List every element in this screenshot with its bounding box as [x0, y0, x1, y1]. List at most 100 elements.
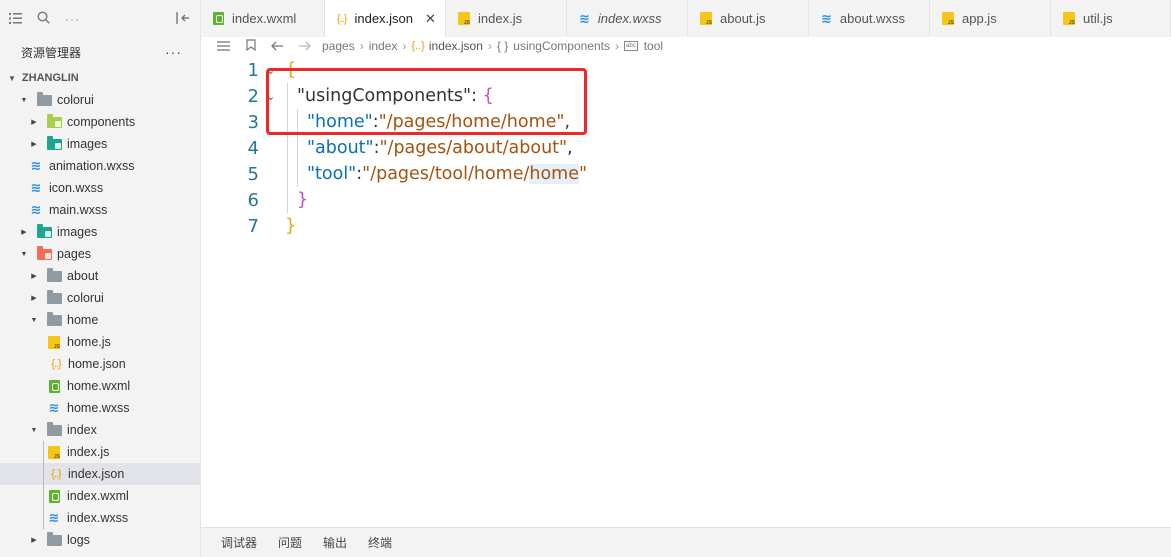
tree-item[interactable]: ▶ colorui — [0, 287, 200, 309]
breadcrumb-file[interactable]: {..} index.json — [411, 39, 483, 53]
json-value-end: " — [579, 164, 588, 184]
json-file-icon: {..} — [51, 358, 62, 370]
tab-label: about.js — [720, 11, 766, 26]
explorer-title: 资源管理器 — [21, 45, 82, 60]
forward-arrow-icon[interactable] — [291, 39, 318, 54]
tab-index-wxml[interactable]: index.wxml — [201, 0, 325, 37]
chevron-down-icon[interactable]: ▼ — [28, 317, 40, 324]
tab-label: app.js — [962, 11, 997, 26]
close-brace: } — [297, 190, 309, 210]
chevron-right-icon[interactable]: ▶ — [28, 272, 40, 280]
tree-item[interactable]: {..} home.json — [0, 353, 200, 375]
tab-index-json[interactable]: {..} index.json ✕ — [325, 0, 446, 37]
ellipsis-icon[interactable]: ··· — [65, 12, 80, 26]
tree-item-label: images — [67, 137, 108, 151]
tree-item[interactable]: ▼ home — [0, 309, 200, 331]
js-file-icon — [458, 12, 470, 26]
tab-app-js[interactable]: app.js — [930, 0, 1051, 37]
folder-icon — [46, 531, 62, 547]
breadcrumb-tool[interactable]: abc tool — [624, 39, 663, 53]
tree-item[interactable]: ▼ index — [0, 419, 200, 441]
tree-item[interactable]: ≋ animation.wxss — [0, 155, 200, 177]
tree-item[interactable]: ▼ pages — [0, 243, 200, 265]
breadcrumb-separator-icon: › — [359, 39, 364, 53]
code-line-7: 7 } — [201, 213, 297, 239]
chevron-right-icon[interactable]: ▶ — [28, 536, 40, 544]
tab-label: index.js — [478, 11, 523, 26]
explorer-more-button[interactable]: ··· — [165, 44, 182, 60]
panel-tab[interactable]: 输出 — [323, 534, 347, 551]
tree-item[interactable]: ▶ about — [0, 265, 200, 287]
tree-item[interactable]: ▶ images — [0, 221, 200, 243]
js-file-icon — [46, 335, 62, 350]
chevron-right-icon[interactable]: ▶ — [18, 228, 30, 236]
line-number: 1 — [247, 59, 259, 81]
panel-tab[interactable]: 调试器 — [221, 534, 257, 551]
tree-item[interactable]: ▶ images — [0, 133, 200, 155]
tree-item-label: main.wxss — [49, 203, 108, 217]
code-line-4: 4 "about":"/pages/about/about", — [201, 135, 573, 161]
code-text: } — [285, 216, 296, 236]
editor-toolbar: pages › index › {..} index.json › { } us… — [201, 37, 1171, 55]
file-tree: ▼ colorui ▶ components ▶ images ≋ animation.wxs… — [0, 89, 200, 551]
tree-item-label: index.json — [68, 467, 125, 481]
code-line-3: 3 "home":"/pages/home/home", — [201, 109, 571, 135]
tab-about-wxss[interactable]: ≋ about.wxss — [809, 0, 930, 37]
tab-label: index.wxss — [597, 11, 662, 26]
tree-item[interactable]: {..} index.json — [0, 463, 200, 485]
workspace-root[interactable]: ▼ ZHANGLIN — [0, 67, 200, 89]
tree-item[interactable]: ▼ colorui — [0, 89, 200, 111]
panel-tab[interactable]: 问题 — [278, 534, 302, 551]
search-icon[interactable] — [37, 10, 50, 27]
panel-tab[interactable]: 终端 — [368, 534, 392, 551]
breadcrumb-usingcomponents[interactable]: { } usingComponents — [497, 39, 610, 53]
tab-util-js[interactable]: util.js — [1051, 0, 1171, 37]
css-file-icon: ≋ — [30, 202, 42, 217]
css-file-icon: ≋ — [30, 180, 42, 195]
bottom-panel-tabs: 调试器 问题 输出 终端 — [201, 527, 1171, 557]
chevron-down-icon[interactable]: ▼ — [18, 97, 30, 104]
tab-about-js[interactable]: about.js — [688, 0, 809, 37]
chevron-right-icon[interactable]: ▶ — [28, 294, 40, 302]
outline-icon[interactable] — [210, 39, 237, 54]
tab-index-js[interactable]: index.js — [446, 0, 567, 37]
tree-item[interactable]: ▶ components — [0, 111, 200, 133]
tree-item[interactable]: ▶ logs — [0, 529, 200, 551]
tree-item[interactable]: index.js — [0, 441, 200, 463]
code-line-6: 6 } — [201, 187, 309, 213]
close-icon[interactable]: ✕ — [425, 11, 436, 27]
css-file-icon: ≋ — [30, 158, 42, 173]
json-file-icon: {..} — [51, 468, 62, 480]
tree-item-label: colorui — [67, 291, 104, 305]
json-file-icon: {..} — [411, 40, 425, 52]
tab-label: about.wxss — [839, 11, 905, 26]
json-key: "about" — [307, 138, 374, 158]
breadcrumb-index[interactable]: index — [369, 39, 398, 53]
collapse-sidebar-icon[interactable] — [176, 11, 191, 27]
chevron-right-icon[interactable]: ▶ — [28, 118, 40, 126]
list-icon[interactable] — [9, 11, 22, 27]
tree-item-label: index.wxss — [67, 511, 129, 525]
folder-icon — [36, 223, 52, 239]
tree-item-label: images — [57, 225, 98, 239]
tree-item[interactable]: ≋ home.wxss — [0, 397, 200, 419]
tree-item-label: pages — [57, 247, 92, 261]
chevron-right-icon[interactable]: ▶ — [28, 140, 40, 148]
tree-item[interactable]: home.js — [0, 331, 200, 353]
breadcrumb-separator-icon: › — [487, 39, 492, 53]
bookmark-icon[interactable] — [237, 38, 264, 54]
tree-item[interactable]: home.wxml — [0, 375, 200, 397]
code-text: } — [297, 190, 308, 210]
tree-item[interactable]: ≋ icon.wxss — [0, 177, 200, 199]
breadcrumb-pages[interactable]: pages — [322, 39, 355, 53]
folder-icon — [46, 289, 62, 305]
tab-index-wxss[interactable]: ≋ index.wxss — [567, 0, 688, 37]
chevron-down-icon[interactable]: ▼ — [18, 251, 30, 258]
tree-item-label: home.js — [67, 335, 111, 349]
tree-item[interactable]: ≋ main.wxss — [0, 199, 200, 221]
chevron-down-icon[interactable]: ▼ — [28, 427, 40, 434]
tree-item[interactable]: ≋ index.wxss — [0, 507, 200, 529]
tree-item[interactable]: index.wxml — [0, 485, 200, 507]
workspace-root-label: ZHANGLIN — [21, 72, 79, 84]
back-arrow-icon[interactable] — [264, 39, 291, 54]
